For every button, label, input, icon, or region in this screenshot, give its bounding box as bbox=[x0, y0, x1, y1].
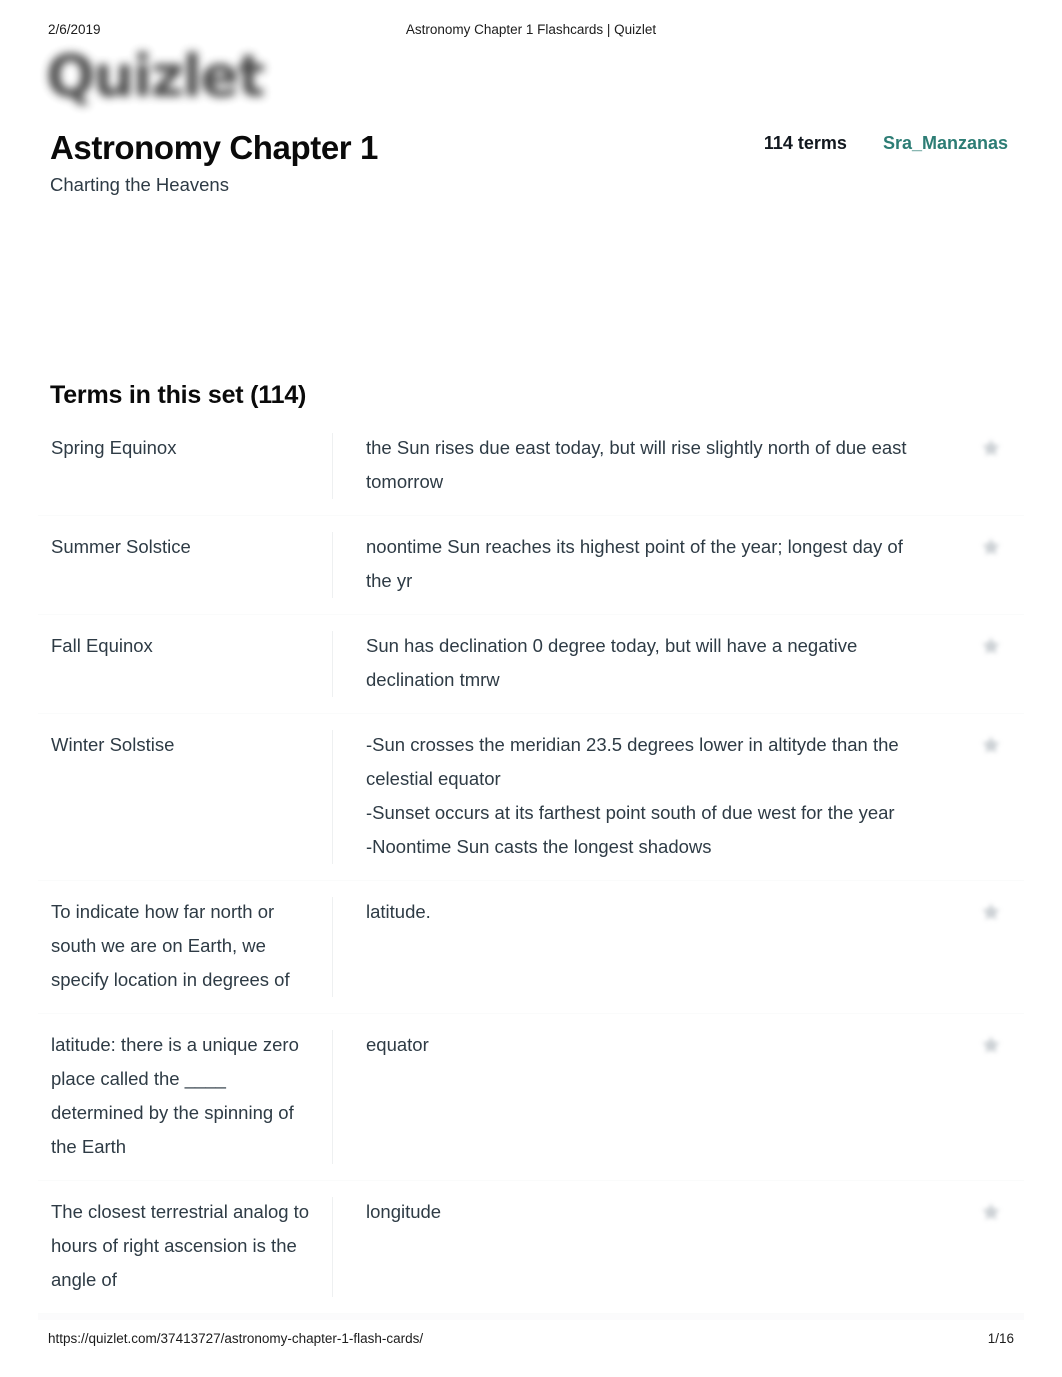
source-url: https://quizlet.com/37413727/astronomy-c… bbox=[48, 1331, 424, 1346]
page-subtitle: Charting the Heavens bbox=[50, 174, 229, 195]
star-icon[interactable] bbox=[980, 635, 1002, 657]
star-icon[interactable] bbox=[980, 437, 1002, 459]
favorite-cell[interactable] bbox=[958, 431, 1024, 459]
term-definition: noontime Sun reaches its highest point o… bbox=[366, 536, 903, 591]
table-row[interactable]: To indicate how far north or south we ar… bbox=[38, 881, 1024, 1022]
star-icon[interactable] bbox=[980, 1034, 1002, 1056]
table-row[interactable]: Summer Solstice noontime Sun reaches its … bbox=[38, 516, 1024, 623]
quizlet-wordmark-icon: Quizlet bbox=[46, 42, 265, 110]
favorite-cell[interactable] bbox=[958, 1195, 1024, 1223]
term-definition: latitude. bbox=[366, 901, 431, 922]
favorite-cell[interactable] bbox=[958, 530, 1024, 558]
term-word: The closest terrestrial analog to hours … bbox=[51, 1201, 310, 1290]
term-definition: equator bbox=[366, 1034, 429, 1055]
term-word: To indicate how far north or south we ar… bbox=[51, 901, 290, 990]
term-definition: longitude bbox=[366, 1201, 442, 1222]
term-word: Summer Solstice bbox=[51, 536, 191, 557]
favorite-cell[interactable] bbox=[958, 629, 1024, 657]
table-row[interactable]: Winter Solstise -Sun crosses the meridian… bbox=[38, 714, 1024, 889]
star-icon[interactable] bbox=[980, 536, 1002, 558]
term-definition: the Sun rises due east today, but will r… bbox=[366, 437, 907, 492]
terms-count-badge: 114 terms bbox=[763, 133, 847, 153]
table-row[interactable]: The closest terrestrial analog to hours … bbox=[38, 1181, 1024, 1320]
page-title: Astronomy Chapter 1 bbox=[50, 129, 378, 166]
term-word: Fall Equinox bbox=[51, 635, 153, 656]
table-row[interactable]: Fall Equinox Sun has declination 0 degree… bbox=[38, 615, 1024, 722]
term-definition: -Sun crosses the meridian 23.5 degrees l… bbox=[366, 734, 899, 857]
star-icon[interactable] bbox=[980, 901, 1002, 923]
favorite-cell[interactable] bbox=[958, 728, 1024, 756]
term-word: latitude: there is a unique zero place c… bbox=[51, 1034, 299, 1157]
term-definition: Sun has declination 0 degree today, but … bbox=[366, 635, 858, 690]
set-header: Astronomy Chapter 1 Charting the Heavens… bbox=[0, 126, 1062, 206]
table-row[interactable]: Spring Equinox the Sun rises due east tod… bbox=[38, 417, 1024, 524]
favorite-cell[interactable] bbox=[958, 895, 1024, 923]
quizlet-logo[interactable]: Quizlet bbox=[46, 42, 316, 110]
terms-list: Spring Equinox the Sun rises due east tod… bbox=[38, 417, 1024, 1320]
page-number: 1/16 bbox=[987, 1331, 1014, 1346]
table-row[interactable]: latitude: there is a unique zero place c… bbox=[38, 1014, 1024, 1189]
term-word: Winter Solstise bbox=[51, 734, 175, 755]
print-document-title: Astronomy Chapter 1 Flashcards | Quizlet bbox=[405, 22, 657, 37]
author-link[interactable]: Sra_Manzanas bbox=[883, 133, 1008, 154]
term-word: Spring Equinox bbox=[51, 437, 177, 458]
print-footer: https://quizlet.com/37413727/astronomy-c… bbox=[0, 1331, 1062, 1351]
star-icon[interactable] bbox=[980, 1201, 1002, 1223]
star-icon[interactable] bbox=[980, 734, 1002, 756]
set-meta: 114 terms Sra_Manzanas bbox=[764, 133, 1008, 154]
terms-section-heading: Terms in this set (114) bbox=[50, 381, 307, 409]
print-header: 2/6/2019 Astronomy Chapter 1 Flashcards … bbox=[0, 22, 1062, 42]
favorite-cell[interactable] bbox=[958, 1028, 1024, 1056]
